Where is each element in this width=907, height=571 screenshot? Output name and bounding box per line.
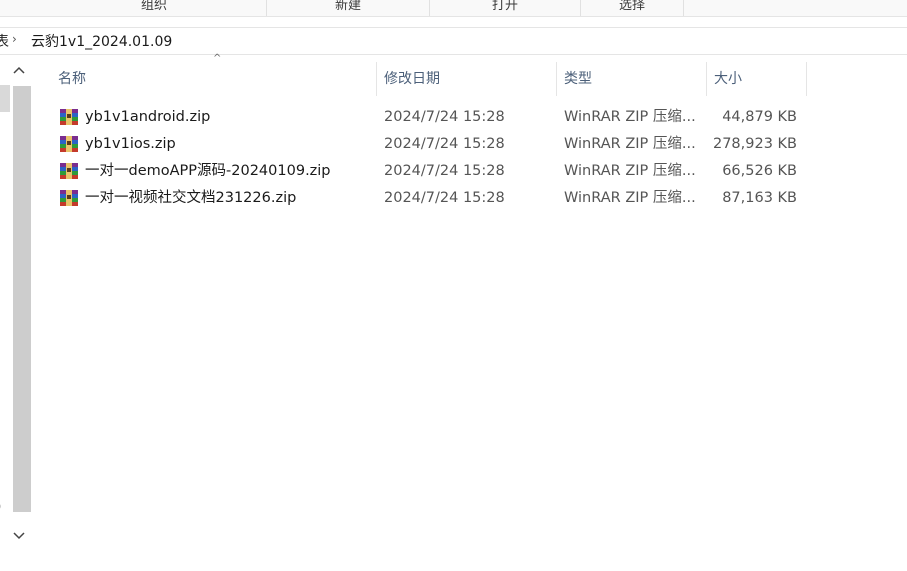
sort-ascending-icon: ^ [213,53,222,64]
file-size: 66,526 KB [722,163,797,179]
winrar-zip-icon [60,190,78,206]
file-name[interactable]: 一对一demoAPP源码-20240109.zip [85,158,331,185]
chevron-down-icon[interactable] [13,530,25,545]
column-header-date-label: 修改日期 [384,71,440,87]
column-header-type[interactable]: 类型 [557,62,707,96]
nav-pane-selected-item[interactable] [0,85,10,112]
breadcrumb-separator-icon[interactable]: › [12,32,17,46]
file-type: WinRAR ZIP 压缩... [564,109,696,125]
file-date: 2024/7/24 15:28 [384,190,505,206]
chevron-up-icon[interactable] [13,64,25,79]
column-header-type-label: 类型 [564,71,592,87]
winrar-zip-icon [60,163,78,179]
file-row[interactable]: yb1v1ios.zip 2024/7/24 15:28 WinRAR ZIP … [52,131,812,158]
file-date: 2024/7/24 15:28 [384,163,505,179]
winrar-zip-icon [60,109,78,125]
file-type: WinRAR ZIP 压缩... [564,190,696,206]
column-header-size[interactable]: 大小 [707,62,807,96]
file-type: WinRAR ZIP 压缩... [564,163,696,179]
breadcrumb-parent[interactable]: 表 [0,31,9,51]
file-row[interactable]: yb1v1android.zip 2024/7/24 15:28 WinRAR … [52,104,812,131]
ribbon-group-organize: 组织 [42,0,267,16]
ribbon-group-open: 打开 [430,0,581,16]
file-type: WinRAR ZIP 压缩... [564,136,696,152]
file-name[interactable]: yb1v1ios.zip [85,131,176,158]
file-row[interactable]: 一对一视频社交文档231226.zip 2024/7/24 15:28 WinR… [52,185,812,212]
column-header-size-label: 大小 [714,71,742,87]
column-header-date[interactable]: 修改日期 [377,62,557,96]
scrollbar-thumb[interactable] [13,86,31,512]
ribbon-group-select: 选择 [581,0,684,16]
file-size: 44,879 KB [722,109,797,125]
ribbon-group-new: 新建 [267,0,430,16]
column-header-name-label: 名称 [58,71,86,87]
file-name[interactable]: 一对一视频社交文档231226.zip [85,185,296,212]
nav-pane-scrollbar[interactable] [10,62,32,552]
ribbon-group-labels: 组织 新建 打开 选择 [0,0,907,17]
breadcrumb-current-folder[interactable]: 云豹1v1_2024.01.09 [31,31,172,51]
file-date: 2024/7/24 15:28 [384,136,505,152]
nav-pane-partial-label: ) [0,499,1,515]
file-row[interactable]: 一对一demoAPP源码-20240109.zip 2024/7/24 15:2… [52,158,812,185]
column-header-name[interactable]: 名称 ^ [51,53,377,96]
file-date: 2024/7/24 15:28 [384,109,505,125]
address-bar[interactable]: 表 › 云豹1v1_2024.01.09 [0,27,907,55]
winrar-zip-icon [60,136,78,152]
file-name[interactable]: yb1v1android.zip [85,104,210,131]
file-size: 278,923 KB [712,136,797,152]
file-size: 87,163 KB [722,190,797,206]
